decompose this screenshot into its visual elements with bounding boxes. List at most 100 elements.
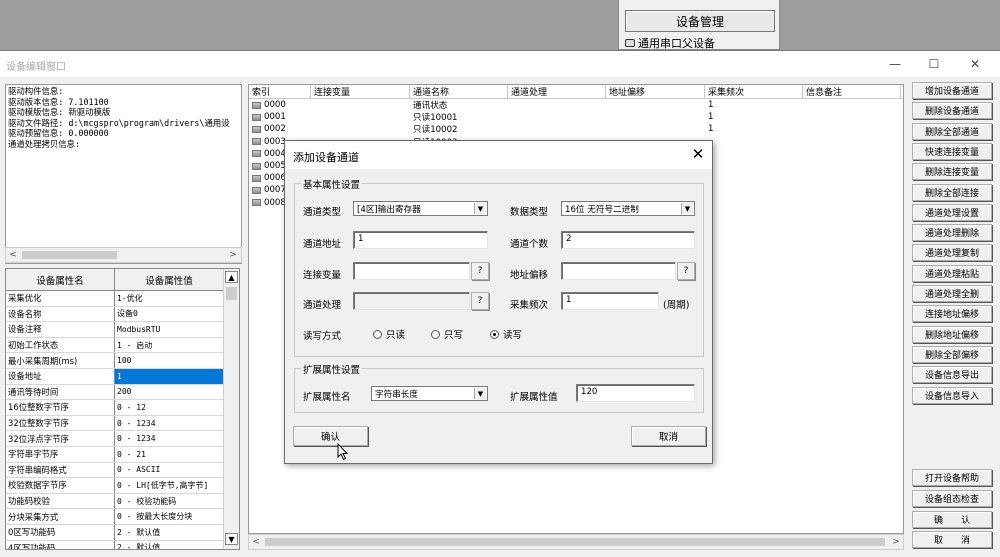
property-value-cell[interactable]: 0 - 12 bbox=[115, 400, 224, 415]
property-row[interactable]: 分块采集方式 0 - 按最大长度分块 bbox=[6, 509, 239, 525]
property-value-cell[interactable]: 1 - 启动 bbox=[115, 337, 224, 353]
info-hscrollbar[interactable]: < > bbox=[5, 247, 242, 263]
radio-read-only[interactable]: 只读 bbox=[373, 327, 405, 341]
chevron-down-icon[interactable]: ▼ bbox=[474, 203, 486, 214]
link-variable-input[interactable] bbox=[353, 262, 470, 280]
radio-circle[interactable] bbox=[431, 329, 440, 339]
side-button-9[interactable]: 通道处理粘贴 bbox=[912, 264, 992, 282]
property-value-cell[interactable]: 0 - ASCII bbox=[115, 462, 224, 478]
chevron-down-icon[interactable]: ▼ bbox=[474, 388, 486, 399]
channel-row[interactable]: 0001 只读10001 1 bbox=[249, 111, 903, 123]
side-button-10[interactable]: 通道处理全删 bbox=[912, 285, 992, 302]
address-offset-browse-button[interactable]: ? bbox=[677, 262, 695, 280]
property-value-cell[interactable]: 0 - 校验功能码 bbox=[115, 493, 224, 509]
channel-col-header[interactable]: 采集频次 bbox=[705, 85, 803, 98]
side-button-5[interactable]: 删除全部连接 bbox=[912, 183, 992, 201]
scroll-thumb[interactable] bbox=[226, 287, 237, 300]
property-row[interactable]: 通讯等待时间 200 bbox=[6, 384, 239, 401]
scroll-up-icon[interactable]: ▲ bbox=[225, 271, 238, 283]
property-row[interactable]: 设备地址 1 bbox=[6, 368, 239, 385]
property-row[interactable]: 0区写功能码 2 - 默认值 bbox=[6, 524, 239, 541]
scroll-right-icon[interactable]: > bbox=[226, 248, 240, 262]
property-row[interactable]: 设备注释 ModbusRTU bbox=[6, 322, 239, 338]
serial-parent-device-item[interactable]: 通用串口父设备 bbox=[625, 36, 775, 50]
side-button-3[interactable]: 快速连接变量 bbox=[912, 142, 992, 160]
channel-process-input[interactable] bbox=[353, 292, 470, 310]
scroll-thumb[interactable] bbox=[265, 538, 885, 546]
dialog-cancel-button[interactable]: 取消 bbox=[631, 426, 706, 446]
channel-col-header[interactable]: 通道名称 bbox=[410, 85, 508, 98]
ext-property-value-input[interactable]: 120 bbox=[576, 384, 695, 402]
data-type-select[interactable]: 16位 无符号二进制 ▼ bbox=[561, 201, 695, 216]
property-value-cell[interactable]: 100 bbox=[115, 353, 224, 368]
scroll-down-icon[interactable]: ▼ bbox=[225, 533, 238, 545]
side-button-12[interactable]: 删除地址偏移 bbox=[912, 325, 992, 343]
property-value-cell[interactable]: 200 bbox=[115, 384, 224, 400]
radio-write-only[interactable]: 只写 bbox=[431, 327, 463, 341]
link-variable-browse-button[interactable]: ? bbox=[471, 262, 489, 280]
side-button-14[interactable]: 设备信息导出 bbox=[912, 366, 992, 384]
property-value-cell[interactable]: 0 - LH[低字节,高字节] bbox=[115, 478, 224, 493]
scroll-right-icon[interactable]: > bbox=[889, 535, 903, 549]
side-button-2[interactable]: 删除全部通道 bbox=[912, 122, 992, 140]
address-offset-input[interactable] bbox=[561, 262, 676, 280]
property-value-cell[interactable]: 1-优化 bbox=[115, 291, 224, 306]
side-button-6[interactable]: 通道处理设置 bbox=[912, 203, 992, 221]
property-row[interactable]: 16位整数字节序 0 - 12 bbox=[6, 400, 239, 416]
property-value-cell[interactable]: 2 - 默认值 bbox=[115, 524, 224, 540]
property-value-cell[interactable]: 0 - 1234 bbox=[115, 431, 224, 446]
side-button-13[interactable]: 删除全部偏移 bbox=[912, 345, 992, 363]
channel-type-select[interactable]: [4区]输出寄存器 ▼ bbox=[353, 201, 488, 216]
bottom-button-0[interactable]: 打开设备帮助 bbox=[912, 469, 992, 486]
bottom-button-3[interactable]: 取 消 bbox=[912, 531, 992, 548]
property-row[interactable]: 最小采集周期(ms) 100 bbox=[6, 353, 239, 369]
property-row[interactable]: 32位浮点字节序 0 - 1234 bbox=[6, 431, 239, 447]
side-button-4[interactable]: 删除连接变量 bbox=[912, 163, 992, 181]
property-value-cell[interactable]: ModbusRTU bbox=[115, 322, 224, 337]
property-value-cell[interactable]: 1 bbox=[115, 368, 224, 384]
property-value-cell[interactable]: 0 - 21 bbox=[115, 446, 224, 462]
radio-circle-selected[interactable] bbox=[490, 329, 499, 339]
property-vscrollbar[interactable]: ▲ ▼ bbox=[223, 269, 239, 549]
side-button-1[interactable]: 删除设备通道 bbox=[912, 102, 992, 120]
maximize-icon[interactable]: ☐ bbox=[925, 55, 943, 73]
property-row[interactable]: 初始工作状态 1 - 启动 bbox=[6, 337, 239, 354]
property-row[interactable]: 设备名称 设备0 bbox=[6, 306, 239, 323]
bottom-button-2[interactable]: 确 认 bbox=[912, 511, 992, 528]
scroll-left-icon[interactable]: < bbox=[249, 535, 263, 549]
channel-process-browse-button[interactable]: ? bbox=[471, 292, 489, 310]
property-row[interactable]: 字符串字节序 0 - 21 bbox=[6, 446, 239, 463]
property-row[interactable]: 功能码校验 0 - 校验功能码 bbox=[6, 493, 239, 510]
channel-row[interactable]: 0002 只读10002 1 bbox=[249, 123, 903, 135]
channel-col-header[interactable]: 通道处理 bbox=[508, 85, 606, 98]
property-value-cell[interactable]: 0 - 按最大长度分块 bbox=[115, 509, 224, 524]
scroll-left-icon[interactable]: < bbox=[6, 248, 20, 262]
collect-frequency-input[interactable]: 1 bbox=[561, 292, 659, 310]
channel-col-header[interactable]: 地址偏移 bbox=[606, 85, 705, 98]
bottom-button-1[interactable]: 设备组态检查 bbox=[912, 490, 992, 507]
channel-col-header[interactable]: 连接变量 bbox=[311, 85, 410, 98]
device-manage-button[interactable]: 设备管理 bbox=[625, 10, 775, 32]
channel-count-input[interactable]: 2 bbox=[561, 231, 695, 249]
side-button-15[interactable]: 设备信息导入 bbox=[912, 386, 992, 404]
property-row[interactable]: 字符串编码格式 0 - ASCII bbox=[6, 462, 239, 479]
channel-row[interactable]: 0000 通讯状态 1 bbox=[249, 99, 903, 111]
radio-read-write[interactable]: 读写 bbox=[490, 327, 522, 341]
channel-address-input[interactable]: 1 bbox=[353, 231, 488, 249]
property-value-cell[interactable]: 设备0 bbox=[115, 306, 224, 322]
property-value-cell[interactable]: 0 - 1234 bbox=[115, 415, 224, 431]
close-icon[interactable]: ✕ bbox=[966, 55, 984, 73]
ext-property-name-select[interactable]: 字符串长度 ▼ bbox=[371, 386, 488, 401]
minimize-icon[interactable]: — bbox=[886, 55, 904, 73]
property-row[interactable]: 32位整数字节序 0 - 1234 bbox=[6, 415, 239, 432]
radio-circle[interactable] bbox=[373, 329, 382, 339]
property-value-cell[interactable]: 2 - 默认值 bbox=[115, 540, 224, 549]
close-icon[interactable]: ✕ bbox=[689, 145, 707, 163]
chevron-down-icon[interactable]: ▼ bbox=[681, 203, 693, 214]
channel-col-header[interactable]: 信息备注 bbox=[803, 85, 901, 98]
side-button-7[interactable]: 通道处理删除 bbox=[912, 224, 992, 242]
dialog-ok-button[interactable]: 确认 bbox=[293, 426, 368, 446]
property-row[interactable]: 采集优化 1-优化 bbox=[6, 291, 239, 307]
side-button-8[interactable]: 通道处理复制 bbox=[912, 244, 992, 262]
channel-hscrollbar[interactable]: < > bbox=[248, 534, 904, 550]
